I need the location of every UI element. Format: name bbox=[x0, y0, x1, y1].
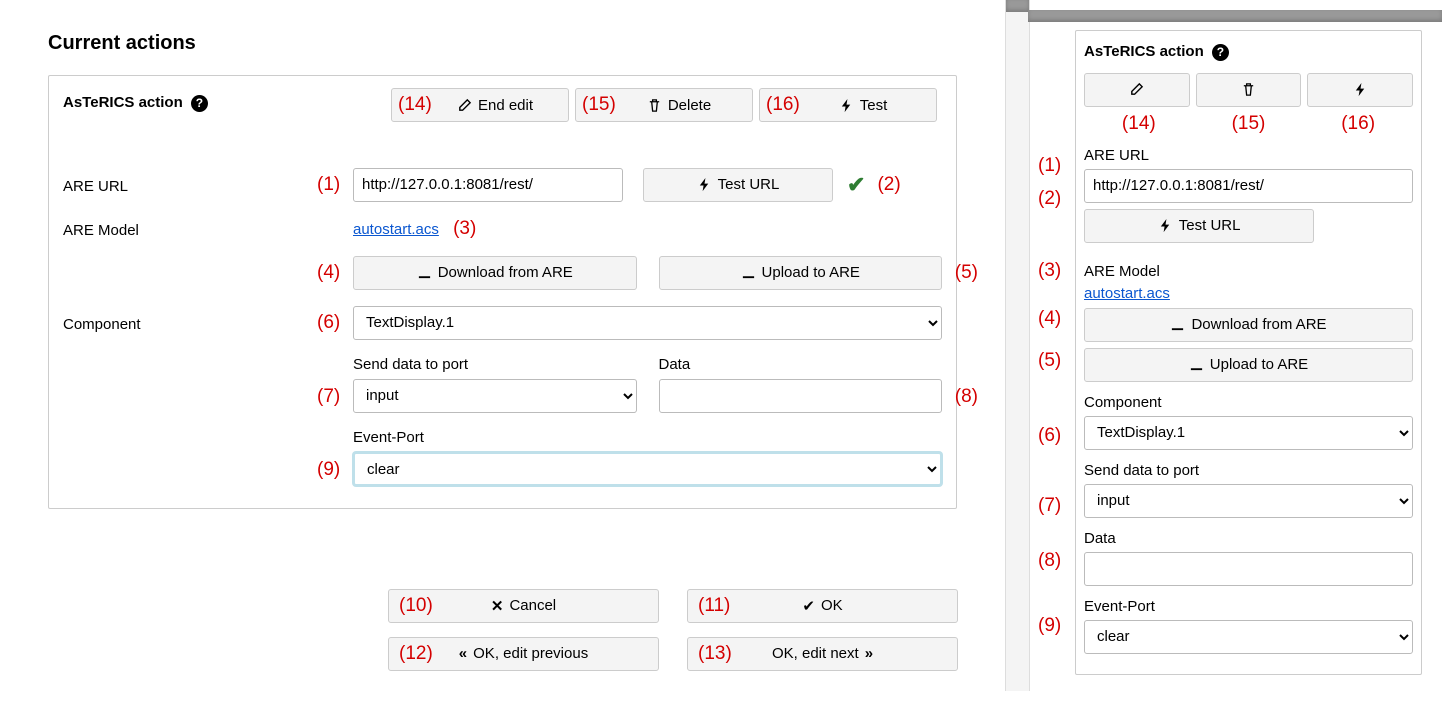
mark-2: (2) bbox=[877, 174, 900, 196]
bolt-icon bbox=[839, 98, 854, 113]
data-label: Data bbox=[659, 356, 943, 373]
mark-14: (14) bbox=[398, 94, 432, 116]
send-port-select[interactable]: input bbox=[353, 379, 637, 413]
data-input[interactable] bbox=[1084, 552, 1413, 586]
mark-8: (8) bbox=[955, 386, 978, 408]
chevron-double-right-icon: » bbox=[865, 645, 873, 662]
upload-to-are-button[interactable]: Upload to ARE bbox=[1084, 348, 1413, 382]
chevron-double-left-icon: « bbox=[459, 645, 467, 662]
ok-edit-next-button[interactable]: (13) OK, edit next » bbox=[687, 637, 958, 671]
mark-15: (15) bbox=[1232, 113, 1266, 135]
mark-6: (6) bbox=[1038, 425, 1061, 447]
send-port-select[interactable]: input bbox=[1084, 484, 1413, 518]
trash-icon bbox=[647, 98, 662, 113]
component-label: Component bbox=[1084, 394, 1413, 411]
mark-16: (16) bbox=[766, 94, 800, 116]
mark-8: (8) bbox=[1038, 550, 1061, 572]
component-select[interactable]: TextDisplay.1 bbox=[353, 306, 942, 340]
are-model-link[interactable]: autostart.acs bbox=[353, 221, 439, 238]
download-icon bbox=[417, 265, 432, 280]
close-icon: ✕ bbox=[491, 597, 504, 615]
are-model-label: ARE Model bbox=[63, 218, 353, 239]
asterics-action-card-compact: AsTeRICS action ? (14) (15) (16) ARE UR bbox=[1075, 30, 1422, 675]
mark-10: (10) bbox=[399, 595, 433, 617]
mark-3: (3) bbox=[453, 218, 476, 239]
trash-icon bbox=[1241, 82, 1256, 97]
bolt-icon bbox=[1158, 218, 1173, 233]
component-select[interactable]: TextDisplay.1 bbox=[1084, 416, 1413, 450]
mark-7: (7) bbox=[317, 386, 340, 408]
bolt-icon bbox=[697, 177, 712, 192]
ok-button[interactable]: (11) ✔ OK bbox=[687, 589, 958, 623]
test-button[interactable] bbox=[1307, 73, 1413, 107]
mark-4: (4) bbox=[1038, 308, 1061, 330]
bolt-icon bbox=[1353, 82, 1368, 97]
are-url-label: ARE URL bbox=[63, 174, 353, 195]
download-icon bbox=[1170, 317, 1185, 332]
delete-button[interactable] bbox=[1196, 73, 1302, 107]
mark-3: (3) bbox=[1038, 260, 1061, 282]
are-model-label: ARE Model bbox=[1084, 263, 1413, 280]
data-label: Data bbox=[1084, 530, 1413, 547]
mark-16: (16) bbox=[1341, 113, 1375, 135]
test-url-button[interactable]: Test URL bbox=[643, 168, 833, 202]
event-port-select[interactable]: clear bbox=[353, 452, 942, 486]
send-port-label: Send data to port bbox=[353, 356, 637, 373]
mark-14: (14) bbox=[1122, 113, 1156, 135]
send-port-label: Send data to port bbox=[1084, 462, 1413, 479]
check-icon: ✔ bbox=[847, 172, 865, 198]
test-url-button[interactable]: Test URL bbox=[1084, 209, 1314, 243]
end-edit-button[interactable]: (14) End edit bbox=[391, 88, 569, 122]
check-icon: ✔ bbox=[802, 597, 815, 615]
mark-1: (1) bbox=[1038, 155, 1061, 177]
delete-button[interactable]: (15) Delete bbox=[575, 88, 753, 122]
download-from-are-button[interactable]: Download from ARE bbox=[353, 256, 637, 290]
mark-5: (5) bbox=[1038, 350, 1061, 372]
heading-current-actions: Current actions bbox=[48, 32, 957, 55]
mark-7: (7) bbox=[1038, 495, 1061, 517]
event-port-label: Event-Port bbox=[1084, 598, 1413, 615]
mark-9: (9) bbox=[317, 459, 340, 481]
are-url-input[interactable] bbox=[1084, 169, 1413, 203]
help-icon[interactable]: ? bbox=[1212, 44, 1229, 61]
mark-5: (5) bbox=[955, 262, 978, 284]
mark-9: (9) bbox=[1038, 615, 1061, 637]
edit-icon bbox=[457, 98, 472, 113]
are-url-input[interactable] bbox=[353, 168, 623, 202]
test-button[interactable]: (16) Test bbox=[759, 88, 937, 122]
mark-2: (2) bbox=[1038, 188, 1061, 210]
end-edit-button[interactable] bbox=[1084, 73, 1190, 107]
mark-11: (11) bbox=[698, 595, 730, 617]
asterics-action-card: AsTeRICS action ? (14) End edit (15) Del bbox=[48, 75, 957, 509]
upload-icon bbox=[741, 265, 756, 280]
help-icon[interactable]: ? bbox=[191, 95, 208, 112]
data-input[interactable] bbox=[659, 379, 943, 413]
event-port-select[interactable]: clear bbox=[1084, 620, 1413, 654]
upload-icon bbox=[1189, 357, 1204, 372]
card-title: AsTeRICS action bbox=[1084, 43, 1204, 60]
event-port-label: Event-Port bbox=[353, 429, 942, 446]
cancel-button[interactable]: (10) ✕ Cancel bbox=[388, 589, 659, 623]
upload-to-are-button[interactable]: Upload to ARE bbox=[659, 256, 943, 290]
mark-15: (15) bbox=[582, 94, 616, 116]
component-label: Component bbox=[63, 312, 353, 333]
mark-13: (13) bbox=[698, 643, 732, 665]
download-from-are-button[interactable]: Download from ARE bbox=[1084, 308, 1413, 342]
mark-12: (12) bbox=[399, 643, 433, 665]
ok-edit-previous-button[interactable]: (12) « OK, edit previous bbox=[388, 637, 659, 671]
are-url-label: ARE URL bbox=[1084, 147, 1413, 164]
are-model-link[interactable]: autostart.acs bbox=[1084, 285, 1170, 302]
edit-icon bbox=[1129, 82, 1144, 97]
